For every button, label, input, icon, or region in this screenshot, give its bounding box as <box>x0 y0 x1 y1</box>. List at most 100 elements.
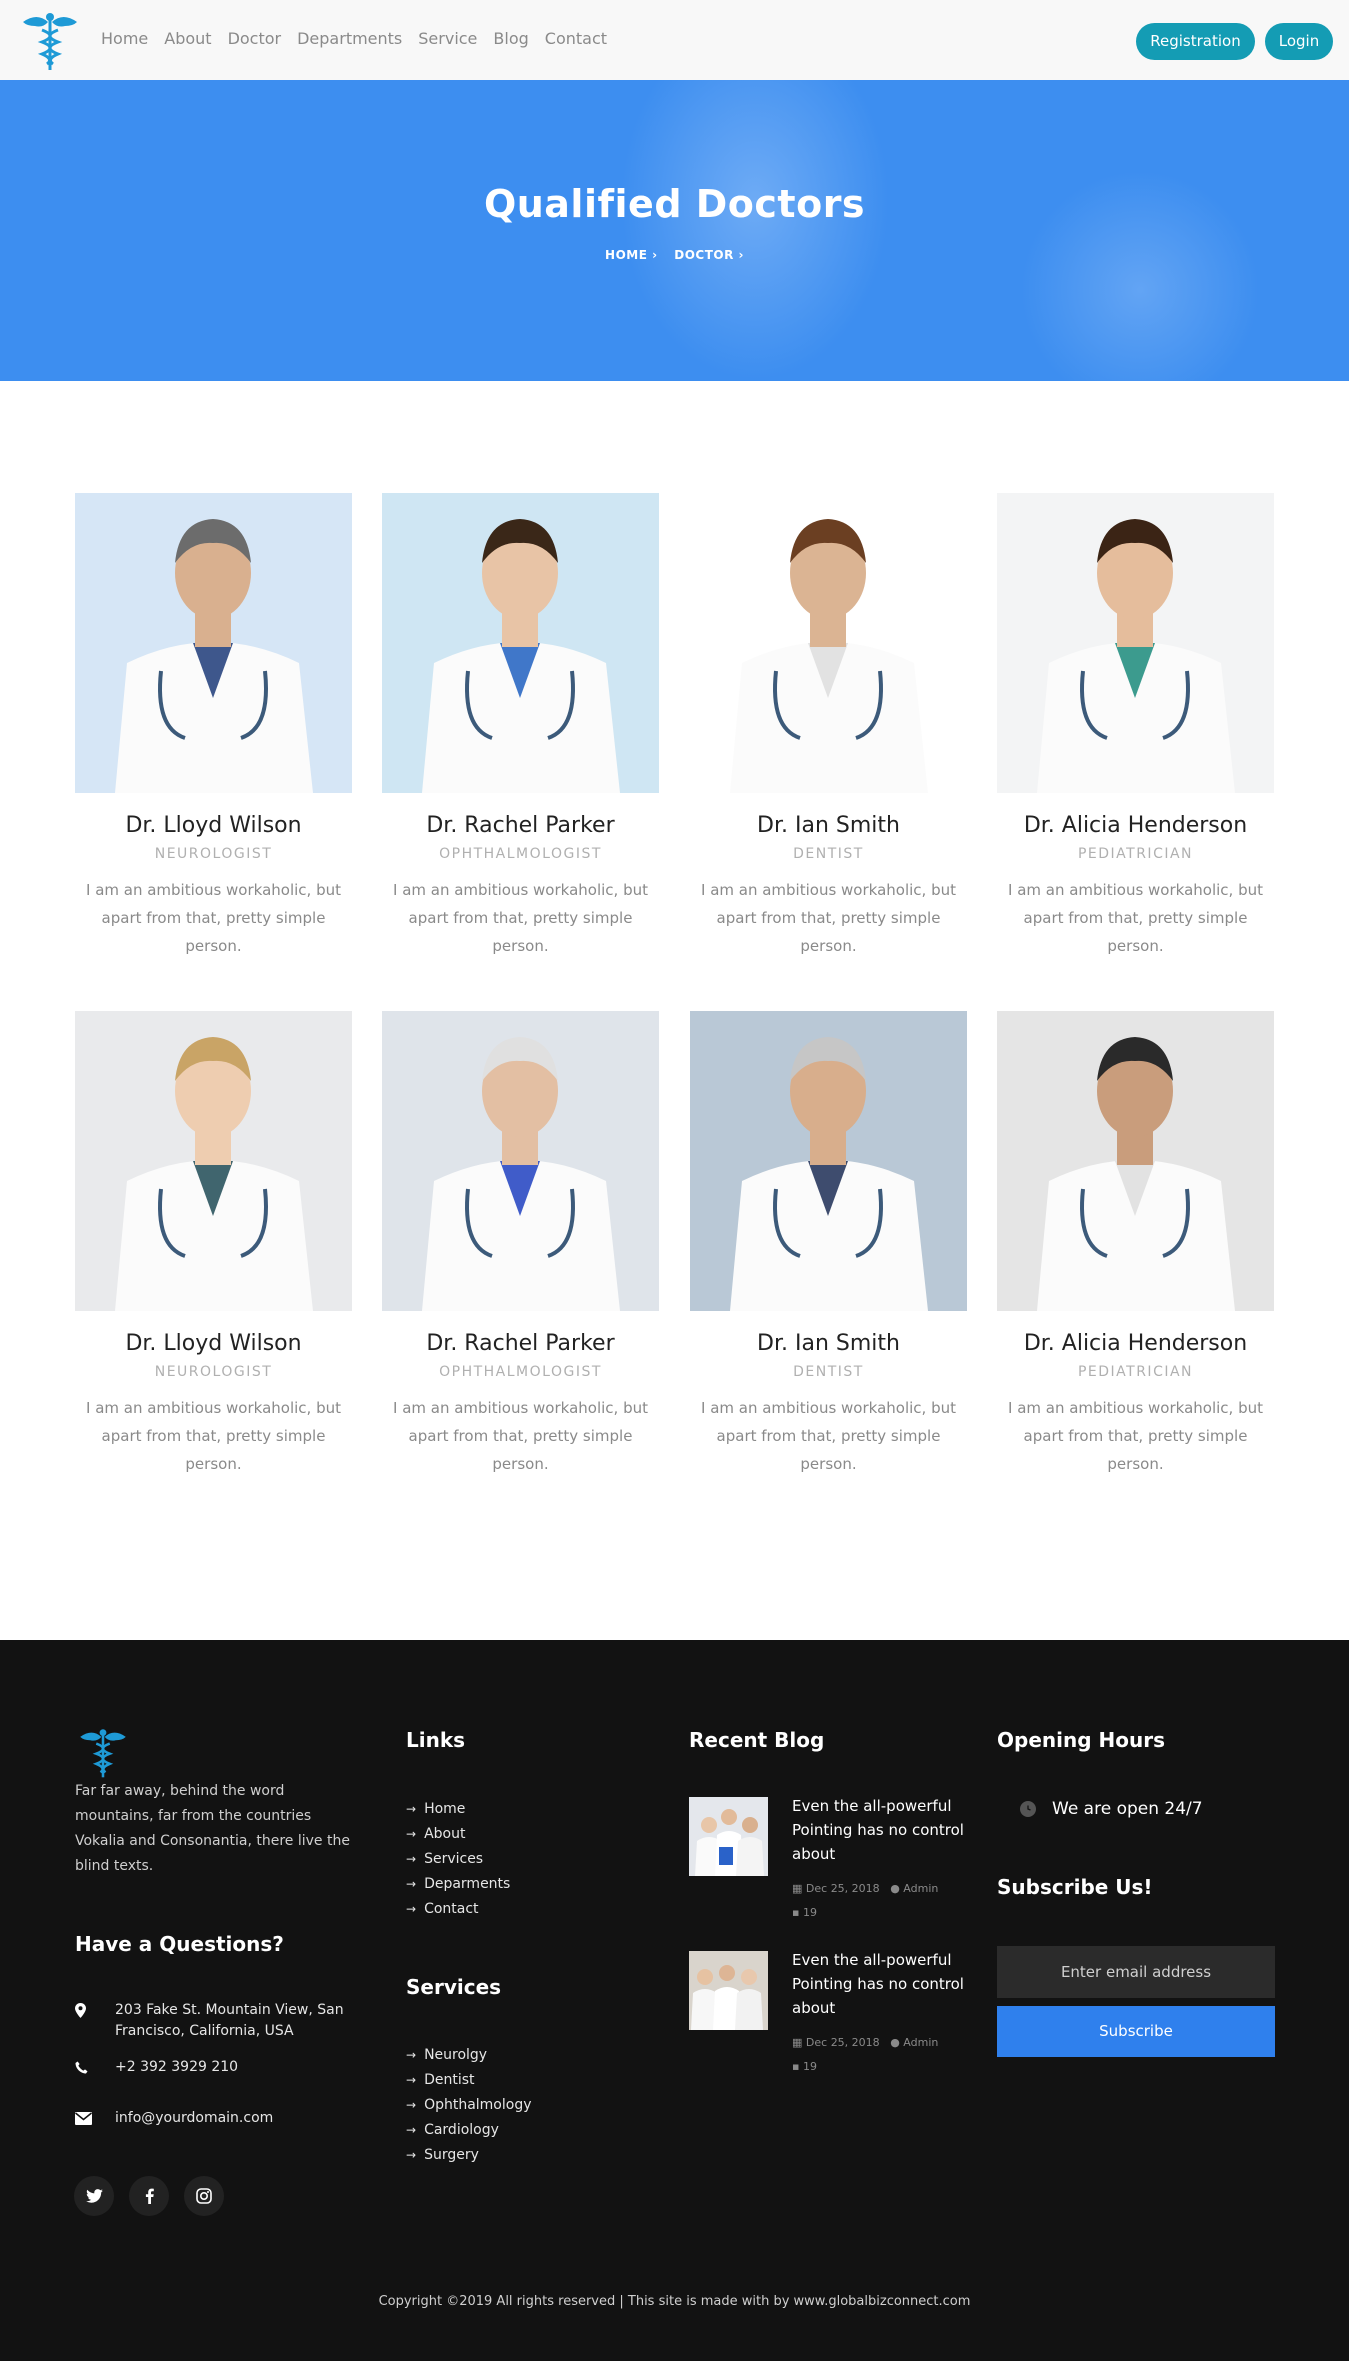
doctor-description: I am an ambitious workaholic, but apart … <box>393 1399 648 1473</box>
doctor-card[interactable]: Dr. Alicia Henderson PEDIATRICIAN I am a… <box>997 1011 1274 1478</box>
nav-about[interactable]: About <box>164 29 211 48</box>
comment-icon: ▪ <box>792 1906 800 1919</box>
hero-background-photo <box>620 80 890 381</box>
doctor-card[interactable]: Dr. Rachel Parker OPHTHALMOLOGIST I am a… <box>382 493 659 960</box>
caduceus-logo-icon[interactable] <box>17 8 83 72</box>
doctor-card[interactable]: Dr. Rachel Parker OPHTHALMOLOGIST I am a… <box>382 1011 659 1478</box>
arrow-right-icon: → <box>406 1827 417 1841</box>
doctor-name[interactable]: Dr. Rachel Parker <box>382 1331 659 1356</box>
doctor-specialty: DENTIST <box>793 846 864 862</box>
subscribe-email-input[interactable]: Enter email address <box>997 1946 1275 1998</box>
instagram-icon[interactable] <box>184 2176 224 2216</box>
doctor-specialty: PEDIATRICIAN <box>1077 1364 1194 1380</box>
doctor-specialty: PEDIATRICIAN <box>1077 846 1194 862</box>
footer-link-about[interactable]: → About <box>406 1822 510 1847</box>
blog-thumbnail[interactable] <box>689 1797 768 1876</box>
doctor-photo[interactable] <box>382 1011 659 1311</box>
links-heading: Links <box>406 1728 466 1752</box>
twitter-icon[interactable] <box>74 2176 114 2216</box>
footer-service-label: Ophthalmology <box>424 2097 532 2113</box>
doctor-card[interactable]: Dr. Lloyd Wilson NEUROLOGIST I am an amb… <box>75 1011 352 1478</box>
navbar: Home About Doctor Departments Service Bl… <box>0 0 1349 80</box>
doctor-name[interactable]: Dr. Rachel Parker <box>382 813 659 838</box>
doctor-description: I am an ambitious workaholic, but apart … <box>1008 1399 1263 1473</box>
doctor-name[interactable]: Dr. Lloyd Wilson <box>75 1331 352 1356</box>
doctor-photo[interactable] <box>75 493 352 793</box>
blog-entry[interactable]: Even the all-powerful Pointing has no co… <box>689 1948 979 2073</box>
facebook-icon[interactable] <box>129 2176 169 2216</box>
calendar-icon: ▦ <box>792 2036 803 2049</box>
blog-author: Admin <box>903 2036 939 2049</box>
contact-phone[interactable]: +2 392 3929 210 <box>75 2057 355 2078</box>
nav-service[interactable]: Service <box>418 29 477 48</box>
footer-service-ophthalmology[interactable]: → Ophthalmology <box>406 2093 532 2118</box>
blog-title[interactable]: Even the all-powerful Pointing has no co… <box>792 1794 972 1866</box>
blog-meta: ▦ Dec 25, 2018 ● Admin <box>792 1882 938 1895</box>
arrow-right-icon: → <box>406 1802 417 1816</box>
breadcrumb-home[interactable]: HOME › <box>605 248 658 262</box>
nav-blog[interactable]: Blog <box>493 29 528 48</box>
blog-title[interactable]: Even the all-powerful Pointing has no co… <box>792 1948 972 2020</box>
doctor-photo[interactable] <box>997 1011 1274 1311</box>
nav-contact[interactable]: Contact <box>545 29 607 48</box>
arrow-right-icon: → <box>406 1852 417 1866</box>
envelope-icon <box>75 2108 115 2128</box>
comment-icon: ▪ <box>792 2060 800 2073</box>
doctor-name[interactable]: Dr. Alicia Henderson <box>997 813 1274 838</box>
doctor-photo[interactable] <box>690 493 967 793</box>
footer-service-surgery[interactable]: → Surgery <box>406 2143 532 2168</box>
doctor-name[interactable]: Dr. Alicia Henderson <box>997 1331 1274 1356</box>
footer-link-label: About <box>424 1826 466 1842</box>
main-nav: Home About Doctor Departments Service Bl… <box>101 29 623 48</box>
doctor-description: I am an ambitious workaholic, but apart … <box>701 1399 956 1473</box>
login-button[interactable]: Login <box>1265 23 1333 60</box>
doctor-card[interactable]: Dr. Ian Smith DENTIST I am an ambitious … <box>690 493 967 960</box>
arrow-right-icon: → <box>406 1902 417 1916</box>
user-icon: ● <box>890 1882 900 1895</box>
doctor-name[interactable]: Dr. Ian Smith <box>690 813 967 838</box>
footer-link-contact[interactable]: → Contact <box>406 1897 510 1922</box>
footer-service-cardiology[interactable]: → Cardiology <box>406 2118 532 2143</box>
nav-departments[interactable]: Departments <box>297 29 402 48</box>
page-title: Qualified Doctors <box>483 182 866 226</box>
footer-service-dentist[interactable]: → Dentist <box>406 2068 532 2093</box>
blog-comments: ▪ 19 <box>792 2060 817 2073</box>
contact-email[interactable]: info@yourdomain.com <box>75 2108 355 2129</box>
doctor-name[interactable]: Dr. Lloyd Wilson <box>75 813 352 838</box>
doctor-card[interactable]: Dr. Lloyd Wilson NEUROLOGIST I am an amb… <box>75 493 352 960</box>
doctor-photo[interactable] <box>690 1011 967 1311</box>
subscribe-button[interactable]: Subscribe <box>997 2006 1275 2057</box>
user-icon: ● <box>890 2036 900 2049</box>
blog-entry[interactable]: Even the all-powerful Pointing has no co… <box>689 1794 979 1919</box>
recent-blog-heading: Recent Blog <box>689 1728 825 1752</box>
nav-home[interactable]: Home <box>101 29 148 48</box>
footer-service-neurology[interactable]: → Neurolgy <box>406 2043 532 2068</box>
footer-service-label: Dentist <box>424 2072 475 2088</box>
footer-link-departments[interactable]: → Deparments <box>406 1872 510 1897</box>
services-heading: Services <box>406 1975 502 1999</box>
doctor-name[interactable]: Dr. Ian Smith <box>690 1331 967 1356</box>
blog-comments: ▪ 19 <box>792 1906 817 1919</box>
doctor-card[interactable]: Dr. Ian Smith DENTIST I am an ambitious … <box>690 1011 967 1478</box>
breadcrumb: HOME › DOCTOR › <box>0 248 1349 262</box>
doctor-photo[interactable] <box>997 493 1274 793</box>
hero-banner: Qualified Doctors HOME › DOCTOR › <box>0 80 1349 381</box>
doctor-specialty: OPHTHALMOLOGIST <box>439 846 602 862</box>
footer-service-label: Cardiology <box>424 2122 499 2138</box>
footer-link-label: Home <box>424 1801 466 1817</box>
nav-doctor[interactable]: Doctor <box>228 29 282 48</box>
email-text: info@yourdomain.com <box>115 2110 274 2126</box>
footer-link-home[interactable]: → Home <box>406 1797 510 1822</box>
doctor-photo[interactable] <box>382 493 659 793</box>
doctor-description: I am an ambitious workaholic, but apart … <box>86 881 341 955</box>
blog-date: Dec 25, 2018 <box>805 2036 880 2049</box>
doctor-description: I am an ambitious workaholic, but apart … <box>86 1399 341 1473</box>
footer-service-label: Surgery <box>424 2147 479 2163</box>
doctor-photo[interactable] <box>75 1011 352 1311</box>
subscribe-heading: Subscribe Us! <box>997 1875 1153 1899</box>
doctor-card[interactable]: Dr. Alicia Henderson PEDIATRICIAN I am a… <box>997 493 1274 960</box>
blog-comment-count: 19 <box>802 1906 817 1919</box>
blog-thumbnail[interactable] <box>689 1951 768 2030</box>
footer-link-services[interactable]: → Services <box>406 1847 510 1872</box>
registration-button[interactable]: Registration <box>1136 23 1255 60</box>
